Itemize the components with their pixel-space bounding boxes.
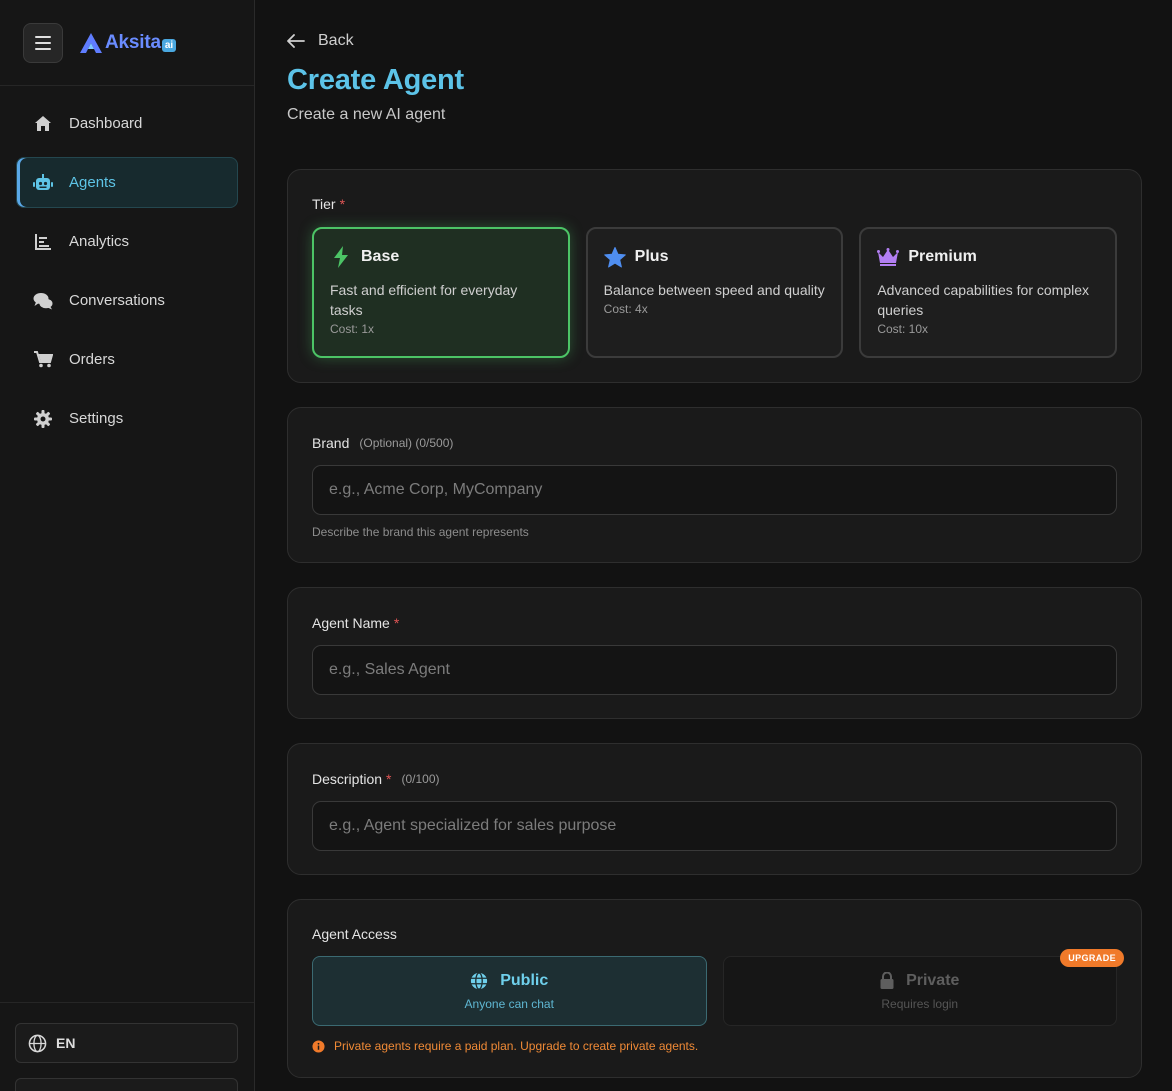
sidebar: Aksita ai Dashboard Agents Analytics Con… [0, 0, 255, 1091]
brand-helper-text: Describe the brand this agent represents [312, 525, 529, 539]
tier-option-header: Premium [877, 246, 1099, 268]
sidebar-item-label: Analytics [69, 233, 130, 250]
page-title: Create Agent [287, 64, 465, 96]
access-option-title-text: Private [906, 971, 960, 989]
agent-access-card: Agent Access Public Anyone can chat UPGR… [287, 899, 1142, 1078]
access-option-title-text: Public [500, 971, 549, 989]
brand-label: Brand (Optional) (0/500) [312, 435, 1117, 451]
access-option-public[interactable]: Public Anyone can chat [312, 956, 707, 1026]
sidebar-item-orders[interactable]: Orders [16, 334, 238, 385]
tier-card: Tier * Base Fast and efficient for every… [287, 169, 1142, 383]
required-mark: * [386, 771, 392, 787]
sidebar-header: Aksita ai [0, 0, 254, 86]
private-plan-warning-text: Private agents require a paid plan. Upgr… [334, 1039, 699, 1053]
required-mark: * [393, 615, 400, 631]
description-hint: (0/100) [401, 772, 440, 786]
sidebar-item-dashboard[interactable]: Dashboard [16, 98, 238, 149]
chat-bubbles-icon [33, 291, 53, 311]
tier-option-header: Base [330, 246, 552, 268]
sidebar-item-settings[interactable]: Settings [16, 393, 238, 444]
tier-options: Base Fast and efficient for everyday tas… [312, 227, 1118, 358]
tier-option-premium[interactable]: Premium Advanced capabilities for comple… [859, 227, 1118, 358]
access-option-subtitle: Anyone can chat [464, 996, 554, 1011]
info-icon [312, 1039, 325, 1053]
tier-option-base[interactable]: Base Fast and efficient for everyday tas… [312, 227, 570, 358]
main-content: Back Create Agent Create a new AI agent … [255, 0, 1172, 1091]
required-mark: * [339, 196, 346, 212]
back-link[interactable]: Back [287, 30, 1142, 52]
agent-name-label-text: Agent Name [312, 615, 390, 631]
logo-text: Aksita [105, 31, 161, 53]
access-option-title: Public [470, 972, 548, 990]
sidebar-item-conversations[interactable]: Conversations [16, 275, 238, 326]
bar-chart-icon [33, 232, 53, 252]
access-option-private[interactable]: UPGRADE Private Requires login [722, 949, 1124, 1026]
app-root: Aksita ai Dashboard Agents Analytics Con… [0, 0, 1172, 1091]
home-icon [33, 114, 53, 134]
globe-icon [471, 971, 488, 990]
bolt-icon [330, 246, 352, 268]
tier-label: Tier * [312, 196, 1117, 212]
gear-icon [33, 409, 53, 429]
sidebar-footer: EN [0, 1002, 254, 1091]
star-icon [603, 246, 626, 268]
arrow-left-icon [287, 34, 305, 48]
sidebar-item-label: Orders [69, 351, 115, 368]
cart-icon [33, 350, 53, 370]
sidebar-item-label: Dashboard [69, 115, 143, 132]
globe-icon [28, 1034, 47, 1052]
tier-option-name: Plus [634, 248, 669, 265]
upgrade-badge[interactable]: UPGRADE [1060, 949, 1124, 967]
private-plan-warning: Private agents require a paid plan. Upgr… [312, 1039, 1117, 1053]
brand-label-text: Brand [312, 435, 350, 451]
tier-option-description: Balance between speed and quality [603, 282, 825, 298]
tier-option-description: Advanced capabilities for complex querie… [877, 282, 1090, 318]
language-selector[interactable]: EN [15, 1023, 238, 1063]
brand-input[interactable] [312, 465, 1117, 515]
access-option-subtitle: Requires login [881, 996, 959, 1011]
menu-toggle-button[interactable] [23, 22, 63, 63]
tier-label-text: Tier [312, 196, 336, 212]
brand-hint: (Optional) (0/500) [359, 436, 454, 450]
agent-access-label-text: Agent Access [312, 926, 397, 942]
description-input[interactable] [312, 801, 1117, 851]
robot-icon [33, 173, 53, 193]
sidebar-item-label: Conversations [69, 292, 165, 309]
tier-option-cost: Cost: 4x [603, 302, 648, 316]
sidebar-item-label: Agents [69, 174, 116, 191]
sidebar-footer-button[interactable] [15, 1078, 238, 1091]
logo-mark-icon [80, 32, 102, 53]
agent-name-card: Agent Name * [287, 587, 1142, 719]
page-subtitle: Create a new AI agent [287, 106, 446, 123]
hamburger-icon [35, 35, 51, 50]
crown-icon [877, 246, 900, 268]
brand-card: Brand (Optional) (0/500) Describe the br… [287, 407, 1142, 563]
agent-name-input[interactable] [312, 645, 1117, 695]
lock-icon [880, 972, 894, 989]
tier-option-cost: Cost: 10x [877, 322, 929, 336]
sidebar-item-analytics[interactable]: Analytics [16, 216, 238, 267]
tier-option-name: Premium [908, 248, 977, 265]
agent-name-label: Agent Name * [312, 615, 1117, 631]
tier-option-cost: Cost: 1x [330, 322, 375, 336]
sidebar-item-label: Settings [69, 410, 124, 427]
access-options: Public Anyone can chat UPGRADE Private R… [312, 949, 1124, 1026]
sidebar-nav: Dashboard Agents Analytics Conversations [0, 86, 254, 444]
agent-access-label: Agent Access [312, 926, 1117, 942]
tier-option-name: Base [361, 248, 400, 265]
language-code: EN [56, 1035, 76, 1051]
logo-badge: ai [161, 39, 177, 52]
description-label-text: Description [312, 771, 383, 787]
access-option-title: Private [880, 972, 959, 990]
back-label: Back [318, 32, 354, 49]
tier-option-plus[interactable]: Plus Balance between speed and quality C… [585, 227, 844, 358]
logo[interactable]: Aksita ai [79, 31, 177, 54]
tier-option-description: Fast and efficient for everyday tasks [330, 282, 518, 318]
description-label: Description * (0/100) [312, 771, 1117, 787]
tier-option-header: Plus [603, 246, 826, 268]
description-card: Description * (0/100) [287, 743, 1142, 875]
sidebar-item-agents[interactable]: Agents [16, 157, 238, 208]
